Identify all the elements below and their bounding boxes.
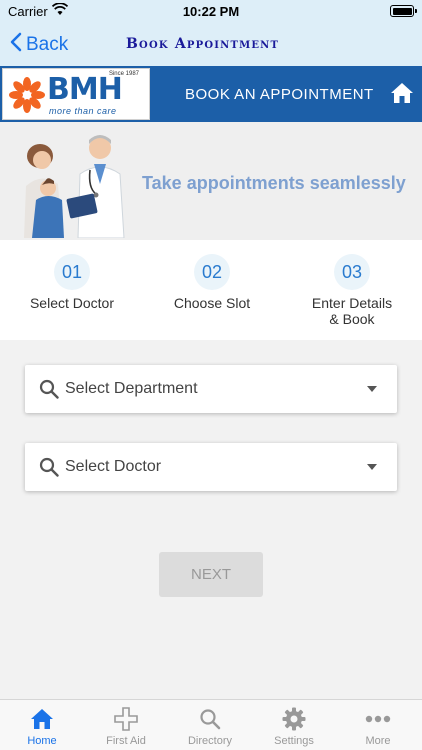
search-icon: [39, 457, 59, 482]
page-title: Book Appointment: [126, 36, 280, 52]
step-select-doctor: 01 Select Doctor: [2, 254, 142, 311]
search-icon: [39, 379, 59, 404]
next-button[interactable]: NEXT: [159, 552, 263, 597]
logo-flower-icon: [9, 77, 45, 113]
department-select-placeholder: Select Department: [65, 380, 198, 397]
tab-label: More: [365, 735, 391, 747]
step-label: Enter Details & Book: [311, 295, 393, 327]
brand-heading: BOOK AN APPOINTMENT: [185, 86, 374, 103]
doctor-family-illustration: [24, 135, 125, 238]
tab-label: Directory: [187, 735, 232, 747]
back-button[interactable]: Back: [10, 32, 68, 58]
tab-more[interactable]: More: [336, 706, 420, 747]
step-number: 01: [54, 254, 90, 290]
search-icon: [168, 706, 252, 732]
gear-icon: [252, 706, 336, 732]
navigation-bar: Back Book Appointment: [0, 22, 422, 66]
tab-home[interactable]: Home: [0, 706, 84, 747]
logo-letters: BMH: [47, 72, 123, 107]
back-label: Back: [26, 34, 69, 55]
cross-icon: [84, 706, 168, 732]
step-number: 03: [334, 254, 370, 290]
more-dots-icon: [336, 706, 420, 732]
chevron-left-icon: [10, 32, 22, 58]
booking-steps: 01 Select Doctor 02 Choose Slot 03 Enter…: [0, 240, 422, 340]
tab-settings[interactable]: Settings: [252, 706, 336, 747]
step-choose-slot: 02 Choose Slot: [142, 254, 282, 311]
step-label: Select Doctor: [29, 295, 115, 311]
home-icon: [0, 706, 84, 732]
hero-banner: Take appointments seamlessly: [0, 122, 422, 240]
brand-header: Since 1987 BMH more than care BOOK AN AP…: [0, 66, 422, 122]
home-button[interactable]: [390, 82, 414, 109]
doctor-select-placeholder: Select Doctor: [65, 458, 162, 475]
doctor-select[interactable]: Select Doctor: [25, 443, 397, 491]
tab-first-aid[interactable]: First Aid: [84, 706, 168, 747]
caret-down-icon: [367, 386, 377, 392]
hero-tagline: Take appointments seamlessly: [142, 173, 406, 193]
step-enter-details: 03 Enter Details & Book: [282, 254, 422, 327]
battery-icon: [390, 5, 417, 17]
tab-bar: Home First Aid Directory Settings More: [0, 699, 422, 750]
tab-label: Settings: [274, 735, 314, 747]
step-number: 02: [194, 254, 230, 290]
status-time: 10:22 PM: [182, 4, 240, 19]
tab-label: First Aid: [106, 735, 146, 747]
step-label: Choose Slot: [173, 295, 251, 311]
hospital-logo: Since 1987 BMH more than care: [2, 68, 150, 120]
department-select[interactable]: Select Department: [25, 365, 397, 413]
home-icon: [391, 83, 413, 103]
tab-label: Home: [27, 735, 57, 747]
status-bar: Carrier 10:22 PM: [0, 0, 422, 22]
caret-down-icon: [367, 464, 377, 470]
tab-directory[interactable]: Directory: [168, 706, 252, 747]
logo-tagline: more than care: [49, 106, 117, 116]
